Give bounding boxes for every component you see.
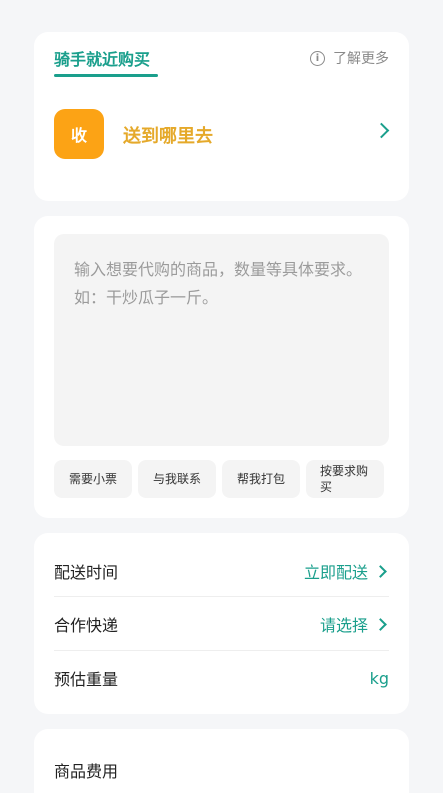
tab-rider-purchase[interactable]: 骑手就近购买 bbox=[54, 46, 150, 70]
delivery-time-text: 立即配送 bbox=[303, 563, 368, 582]
tab-active-indicator bbox=[54, 74, 158, 77]
rider-purchase-card: 骑手就近购买 i 了解更多 收 送到哪里去 bbox=[34, 32, 409, 201]
delivery-time-value[interactable]: 立即配送 bbox=[304, 559, 389, 583]
destination-address-button[interactable]: 送到哪里去 bbox=[123, 122, 213, 148]
request-chips: 需要小票 与我联系 帮我打包 按要求购买 bbox=[54, 460, 384, 498]
purchase-request-card: 需要小票 与我联系 帮我打包 按要求购买 bbox=[34, 216, 409, 518]
chip-need-receipt[interactable]: 需要小票 bbox=[54, 460, 132, 498]
courier-text: 请选择 bbox=[319, 616, 368, 635]
courier-row[interactable]: 合作快递 请选择 bbox=[54, 597, 389, 651]
courier-value[interactable]: 请选择 bbox=[320, 612, 389, 636]
learn-more-link[interactable]: i 了解更多 bbox=[310, 48, 389, 68]
delivery-options-card: 配送时间 立即配送 合作快递 请选择 预估重量 kg bbox=[34, 533, 409, 714]
weight-label: 预估重量 bbox=[54, 670, 119, 689]
delivery-time-row[interactable]: 配送时间 立即配送 bbox=[54, 544, 389, 598]
goods-fee-label: 商品费用 bbox=[54, 762, 119, 781]
delivery-time-label: 配送时间 bbox=[54, 563, 119, 582]
chevron-right-icon[interactable] bbox=[373, 122, 390, 139]
courier-label: 合作快递 bbox=[54, 616, 119, 635]
goods-fee-card: 商品费用 bbox=[34, 729, 409, 793]
weight-unit[interactable]: kg bbox=[370, 669, 389, 688]
chip-buy-as-required[interactable]: 按要求购买 bbox=[306, 460, 384, 498]
info-icon: i bbox=[310, 50, 325, 66]
chevron-right-icon bbox=[374, 617, 387, 631]
learn-more-label: 了解更多 bbox=[333, 51, 389, 67]
receive-badge: 收 bbox=[54, 109, 104, 159]
purchase-request-input[interactable] bbox=[54, 234, 389, 446]
weight-row[interactable]: 预估重量 kg bbox=[54, 651, 389, 705]
chevron-right-icon bbox=[374, 564, 387, 578]
chip-pack-for-me[interactable]: 帮我打包 bbox=[222, 460, 300, 498]
chip-contact-me[interactable]: 与我联系 bbox=[138, 460, 216, 498]
